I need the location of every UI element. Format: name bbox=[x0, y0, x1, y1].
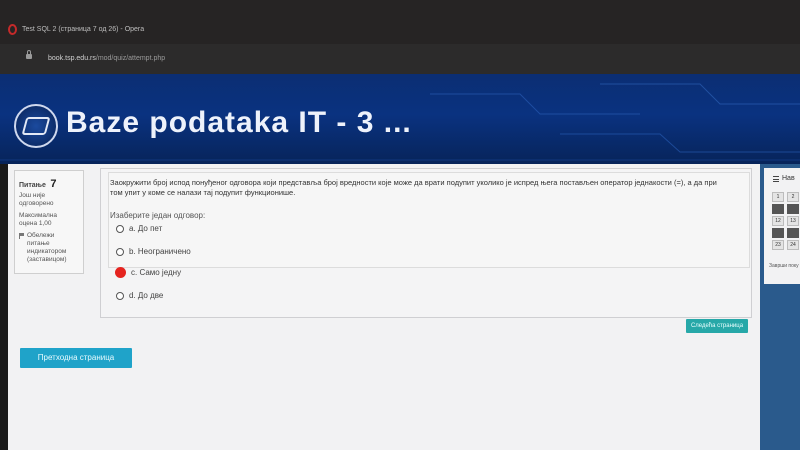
question-info-panel: Питање 7 Још није одговорено Максимална … bbox=[14, 170, 84, 274]
option-a[interactable]: a. До пет bbox=[116, 224, 162, 233]
question-text: Заокружити број испод понуђеног одговора… bbox=[110, 178, 750, 198]
status-line2: одговорено bbox=[19, 200, 54, 207]
nav-question-cell[interactable]: 1 bbox=[772, 192, 784, 202]
url-field[interactable]: book.tsp.edu.rs/mod/quiz/attempt.php bbox=[48, 55, 165, 62]
nav-question-cell[interactable] bbox=[787, 204, 799, 214]
option-d-label: d. До две bbox=[129, 291, 164, 300]
site-title: Baze podataka IT - 3 ... bbox=[66, 106, 412, 139]
quiz-navigation-title: Нав bbox=[773, 175, 795, 182]
question-label: Питање bbox=[19, 182, 46, 189]
previous-page-button[interactable]: Претходна страница bbox=[20, 348, 132, 368]
option-c-label: c. Само једну bbox=[131, 268, 182, 277]
answer-prompt: Изаберите један одговор: bbox=[110, 211, 206, 220]
radio-a[interactable] bbox=[116, 224, 124, 233]
site-logo[interactable] bbox=[14, 104, 58, 148]
opera-logo-icon bbox=[8, 24, 17, 35]
status-line1: Још није bbox=[19, 192, 46, 199]
mark-line1: Максимална bbox=[19, 212, 57, 219]
finish-attempt-link[interactable]: Заврши поку bbox=[769, 263, 799, 269]
radio-d[interactable] bbox=[116, 291, 124, 300]
option-c[interactable]: c. Само једну bbox=[115, 267, 182, 278]
question-number: 7 bbox=[50, 178, 57, 190]
nav-question-cell[interactable]: 24 bbox=[787, 240, 799, 250]
option-d[interactable]: d. До две bbox=[116, 291, 163, 300]
flag-icon bbox=[19, 233, 24, 239]
nav-question-cell[interactable]: 12 bbox=[772, 216, 784, 226]
nav-question-cell[interactable] bbox=[772, 204, 784, 214]
nav-question-cell[interactable] bbox=[772, 228, 784, 238]
question-text-line2: том упит у коме се налази тај подупит фу… bbox=[110, 188, 296, 197]
question-text-line1: Заокружити број испод понуђеног одговора… bbox=[110, 178, 717, 187]
quiz-navigation-label: Нав bbox=[782, 175, 795, 182]
flag-line2: питање bbox=[27, 240, 50, 247]
nav-question-cell[interactable]: 23 bbox=[772, 240, 784, 250]
menu-icon[interactable] bbox=[773, 175, 779, 182]
nav-question-cell[interactable]: 2 bbox=[787, 192, 799, 202]
browser-titlebar bbox=[0, 0, 800, 44]
window-title: Test SQL 2 (страница 7 од 26) - Opera bbox=[22, 26, 145, 33]
logo-emblem-icon bbox=[21, 117, 51, 135]
mark-line2: оцена 1,00 bbox=[19, 220, 52, 227]
flag-line1: Обележи bbox=[27, 232, 55, 239]
radio-c[interactable] bbox=[115, 267, 126, 278]
nav-question-cell[interactable] bbox=[787, 228, 799, 238]
url-host: book.tsp.edu.rs bbox=[48, 55, 96, 62]
flag-question-link[interactable]: Обележи питање индикатором (заставицом) bbox=[19, 232, 79, 264]
radio-b[interactable] bbox=[116, 247, 124, 256]
flag-line4: (заставицом) bbox=[27, 256, 67, 263]
option-a-label: a. До пет bbox=[129, 224, 163, 233]
url-path: /mod/quiz/attempt.php bbox=[95, 55, 166, 62]
next-page-button[interactable]: Следећа страница bbox=[686, 319, 748, 333]
flag-line3: индикатором bbox=[27, 248, 67, 255]
option-b-label: b. Неограничено bbox=[129, 247, 191, 256]
option-b[interactable]: b. Неограничено bbox=[116, 247, 191, 256]
nav-question-cell[interactable]: 13 bbox=[787, 216, 799, 226]
lock-icon bbox=[26, 50, 32, 59]
